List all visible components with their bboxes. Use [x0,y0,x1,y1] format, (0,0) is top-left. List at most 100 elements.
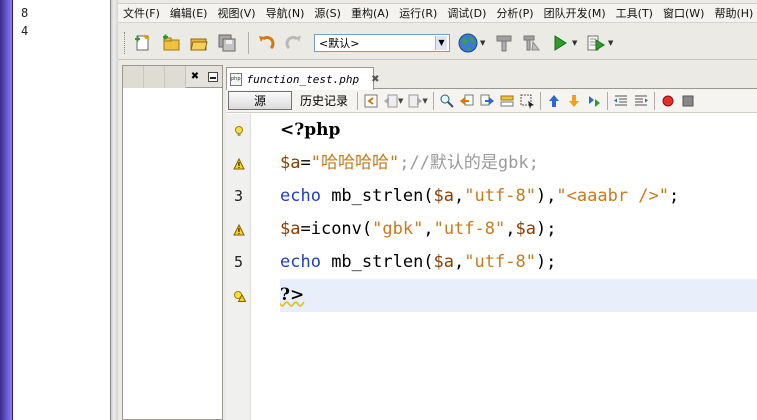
menu-item[interactable]: 编辑(E) [165,5,213,21]
debug-icon[interactable] [584,31,608,55]
chevron-down-icon[interactable]: ▼ [435,35,447,50]
menu-item[interactable]: 窗口(W) [658,5,709,21]
menu-item[interactable]: 源(S) [309,5,346,21]
code-token: "utf-8" [464,252,536,272]
menu-item[interactable]: 运行(R) [394,5,442,21]
source-view-button[interactable]: 源 [228,91,292,110]
code-line[interactable]: echo mb_strlen($a,"utf-8"),"<aaabr />"; [280,180,757,213]
toolbar-separator [606,91,608,110]
menu-item[interactable]: 分析(P) [491,5,538,21]
php-file-icon: php [230,72,242,86]
code-token: "<aaabr />" [556,186,670,206]
code-line[interactable]: $a=iconv("gbk","utf-8",$a); [280,213,757,246]
chevron-down-icon[interactable]: ▼ [398,97,403,105]
code-token: , [454,252,465,272]
chevron-down-icon[interactable]: ▼ [422,97,427,105]
code-token: = [300,153,311,173]
close-icon[interactable]: ✖ [371,74,379,85]
redo-icon[interactable] [282,31,306,55]
configuration-value: <默认> [319,36,360,50]
menu-item[interactable]: 重构(A) [346,5,394,21]
bulb-warning-icon[interactable] [233,290,247,302]
code-token: $a [280,219,301,239]
select-icon[interactable] [517,91,537,111]
desktop-strip [0,0,13,420]
build-hammer-icon[interactable] [492,31,516,55]
projects-panel: ✖ [122,65,223,420]
code-margin [251,114,280,420]
new-project-icon[interactable] [159,31,183,55]
code-token: echo [280,252,321,272]
configuration-select[interactable]: <默认> ▼ [314,33,450,52]
menu-item[interactable]: 帮助(H) [709,5,757,21]
save-all-icon[interactable] [215,31,239,55]
panel-tab[interactable] [165,65,186,88]
menu-item[interactable]: 视图(V) [212,5,260,21]
run-icon[interactable] [548,31,572,55]
toolbar-grip[interactable] [124,31,127,54]
clean-build-icon[interactable] [520,31,544,55]
globe-icon[interactable] [456,31,480,55]
toolbar-separator [248,31,249,54]
code-area[interactable]: <?php $a="哈哈哈哈";//默认的是gbk; 3 echo mb_strlen… [226,114,757,420]
code-token: ); [535,252,557,272]
code-token: $a [433,252,455,272]
toggle-bookmark-icon[interactable] [584,91,604,111]
code-token: $a [515,219,536,239]
background-window: 8 4 [13,0,110,420]
bulb-icon[interactable] [233,125,245,137]
code-line[interactable]: echo mb_strlen($a,"utf-8"); [280,246,757,279]
menu-item[interactable]: 调试(D) [442,5,491,21]
panel-tab[interactable] [123,65,144,88]
code-token: "utf-8" [433,219,506,239]
open-project-icon[interactable] [187,31,211,55]
panel-tab[interactable] [144,65,165,88]
code-line[interactable]: $a="哈哈哈哈";//默认的是gbk; [280,147,757,180]
chevron-down-icon[interactable]: ▼ [608,39,616,47]
new-file-icon[interactable] [131,31,155,55]
code-token: ), [535,186,557,206]
code-token: mb_strlen( [320,252,434,272]
find-previous-icon[interactable] [457,91,477,111]
code-token: echo [280,186,321,206]
code-token: $a [280,153,301,173]
window-border [110,0,118,420]
code-token: , [454,186,465,206]
history-view-button[interactable]: 历史记录 [292,92,354,109]
code-token: , [423,219,434,239]
code-line[interactable]: ?> [280,279,757,312]
record-macro-icon[interactable] [658,91,678,111]
find-icon[interactable] [437,91,457,111]
code-token: ; [669,186,680,206]
chevron-down-icon[interactable]: ▼ [480,39,488,47]
line-number: 3 [233,187,244,205]
highlight-icon[interactable] [497,91,517,111]
code-token: "哈哈哈哈" [310,153,400,173]
last-edit-icon[interactable] [361,91,381,111]
warning-icon[interactable] [233,157,245,170]
menu-item[interactable]: 导航(N) [261,5,310,21]
code-token: ?> [280,285,305,305]
menu-item[interactable]: 团队开发(M) [539,5,611,21]
undo-icon[interactable] [254,31,278,55]
line-number: 5 [233,253,244,271]
find-next-icon[interactable] [477,91,497,111]
close-icon[interactable]: ✖ [186,66,204,88]
minimize-icon[interactable] [204,66,221,88]
code-token: , [505,219,516,239]
toolbar-separator [539,91,541,110]
menu-item[interactable]: 工具(T) [611,5,658,21]
code-line[interactable]: <?php [280,114,757,147]
shift-left-icon[interactable] [611,91,631,111]
projects-panel-header: ✖ [123,65,222,88]
toolbar-separator [432,91,434,110]
stop-macro-icon[interactable] [678,91,698,111]
editor-tab[interactable]: php function_test.php ✖ [226,67,380,90]
menu-item[interactable]: 文件(F) [118,5,165,21]
next-bookmark-icon[interactable] [564,91,584,111]
shift-right-icon[interactable] [631,91,651,111]
code-token: "gbk" [372,219,424,239]
chevron-down-icon[interactable]: ▼ [572,39,580,47]
previous-bookmark-icon[interactable] [544,91,564,111]
warning-icon[interactable] [233,223,245,236]
